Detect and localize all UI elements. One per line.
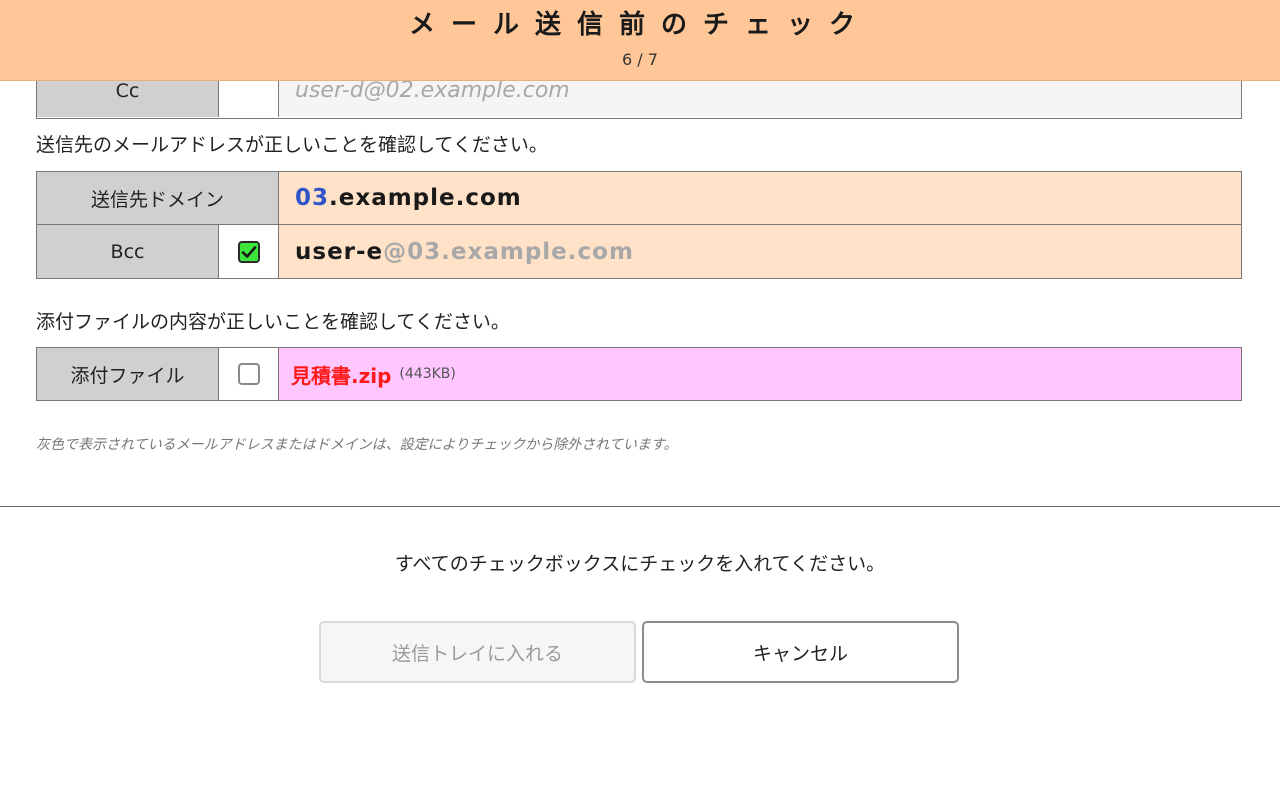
domain-value: 03 .example.com bbox=[279, 172, 1241, 224]
exclusion-note: 灰色で表示されているメールアドレスまたはドメインは、設定によりチェックから除外さ… bbox=[36, 437, 678, 453]
dialog-header: メール送信前のチェック 6 / 7 bbox=[0, 0, 1280, 81]
dialog-title: メール送信前のチェック bbox=[408, 10, 871, 40]
attachment-instruction: 添付ファイルの内容が正しいことを確認してください。 bbox=[36, 311, 510, 333]
attachment-checkbox[interactable] bbox=[237, 363, 260, 385]
attachment-size: (443KB) bbox=[399, 366, 456, 382]
domain-label: 送信先ドメイン bbox=[37, 172, 279, 224]
bcc-domain: @03.example.com bbox=[383, 238, 634, 265]
cancel-button[interactable]: キャンセル bbox=[642, 621, 959, 683]
domain-rest: .example.com bbox=[329, 185, 522, 211]
bcc-user: user-e bbox=[295, 238, 384, 265]
attachment-check-cell bbox=[219, 348, 279, 400]
bcc-checkbox[interactable] bbox=[237, 240, 260, 263]
domain-row: 送信先ドメイン 03 .example.com bbox=[37, 172, 1241, 225]
domain-prefix: 03 bbox=[295, 185, 330, 211]
send-to-outbox-button[interactable]: 送信トレイに入れる bbox=[319, 621, 636, 683]
attachment-row: 添付ファイル 見積書.zip (443KB) bbox=[37, 348, 1241, 400]
bcc-label: Bcc bbox=[37, 225, 219, 278]
attachment-label: 添付ファイル bbox=[37, 348, 219, 400]
bcc-value: user-e @03.example.com bbox=[279, 225, 1241, 278]
domain-table: 送信先ドメイン 03 .example.com Bcc user-e @03.exa… bbox=[36, 171, 1242, 279]
checkbox-prompt: すべてのチェックボックスにチェックを入れてください。 bbox=[394, 553, 886, 575]
attachment-table: 添付ファイル 見積書.zip (443KB) bbox=[36, 347, 1242, 401]
address-instruction: 送信先のメールアドレスが正しいことを確認してください。 bbox=[36, 134, 548, 156]
check-mark-icon bbox=[241, 245, 256, 258]
bcc-check-cell bbox=[219, 225, 279, 278]
bcc-row: Bcc user-e @03.example.com bbox=[37, 225, 1241, 278]
footer-divider bbox=[0, 506, 1280, 507]
page-indicator: 6 / 7 bbox=[622, 50, 658, 69]
attachment-value: 見積書.zip (443KB) bbox=[279, 348, 1241, 400]
attachment-filename[interactable]: 見積書.zip bbox=[291, 360, 391, 389]
